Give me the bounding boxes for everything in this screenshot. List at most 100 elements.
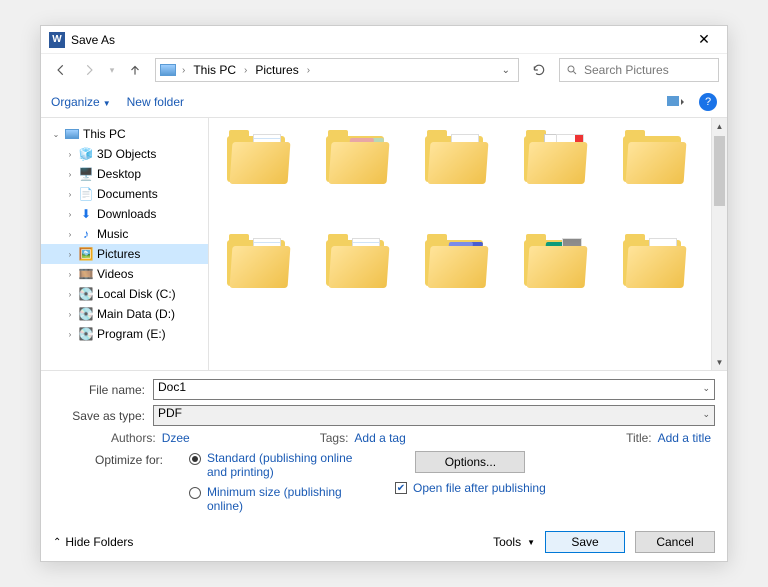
tree-item-3d-objects[interactable]: ›🧊3D Objects (41, 144, 208, 164)
folder-item[interactable] (425, 232, 495, 292)
chevron-right-icon[interactable]: › (180, 65, 187, 76)
folder-item[interactable] (326, 232, 396, 292)
type-label: Save as type: (53, 409, 153, 423)
type-select[interactable]: PDF⌄ (153, 405, 715, 426)
footer: ⌃ Hide Folders Tools ▼ Save Cancel (41, 523, 727, 561)
hide-folders-button[interactable]: ⌃ Hide Folders (53, 535, 133, 549)
filename-input[interactable]: Doc1⌄ (153, 379, 715, 400)
save-button[interactable]: Save (545, 531, 625, 553)
vertical-scrollbar[interactable]: ▲ ▼ (711, 118, 727, 370)
optimize-minimum-radio[interactable]: Minimum size (publishing online) (189, 485, 369, 513)
pc-icon (160, 64, 176, 76)
chevron-right-icon[interactable]: › (305, 65, 312, 76)
search-box[interactable]: Search Pictures (559, 58, 719, 82)
tree-root[interactable]: ⌄ This PC (41, 124, 208, 144)
chevron-right-icon[interactable]: › (65, 150, 75, 159)
tree-item-videos[interactable]: ›🎞️Videos (41, 264, 208, 284)
chevron-down-icon[interactable]: ⌄ (702, 409, 710, 420)
up-button[interactable] (123, 58, 147, 82)
authors-label: Authors: (111, 431, 156, 445)
folder-item[interactable] (524, 128, 594, 188)
authors-value[interactable]: Dzee (162, 431, 190, 445)
help-button[interactable]: ? (699, 93, 717, 111)
videos-icon: 🎞️ (78, 267, 94, 281)
search-placeholder: Search Pictures (584, 63, 669, 77)
filename-label: File name: (53, 383, 153, 397)
documents-icon: 📄 (78, 187, 94, 201)
arrow-right-icon (82, 63, 96, 77)
content-area: ▲ ▼ (209, 118, 727, 370)
chevron-right-icon[interactable]: › (65, 230, 75, 239)
view-button[interactable] (663, 92, 689, 112)
title-label: Title: (626, 431, 652, 445)
chevron-right-icon[interactable]: › (65, 330, 75, 339)
open-after-checkbox[interactable]: ✔ Open file after publishing (395, 481, 546, 495)
tree-item-main-data-d[interactable]: ›💽Main Data (D:) (41, 304, 208, 324)
recent-dropdown[interactable]: ▾ (105, 58, 119, 82)
folder-grid (209, 118, 711, 370)
folder-item[interactable] (425, 128, 495, 188)
folder-item[interactable] (227, 232, 297, 292)
cancel-button[interactable]: Cancel (635, 531, 715, 553)
folder-item[interactable] (623, 128, 693, 188)
breadcrumb-root[interactable]: This PC (189, 61, 240, 79)
chevron-right-icon[interactable]: › (65, 290, 75, 299)
chevron-down-icon: ▼ (527, 538, 535, 547)
chevron-up-icon: ⌃ (53, 537, 61, 548)
scroll-thumb[interactable] (714, 136, 725, 206)
downloads-icon: ⬇ (78, 207, 94, 221)
arrow-left-icon (54, 63, 68, 77)
address-dropdown[interactable]: ⌄ (498, 65, 514, 76)
tree-item-desktop[interactable]: ›🖥️Desktop (41, 164, 208, 184)
close-button[interactable]: ✕ (689, 31, 719, 48)
music-icon: ♪ (78, 227, 94, 241)
pc-icon (64, 127, 80, 141)
tree-item-music[interactable]: ›♪Music (41, 224, 208, 244)
tree-item-documents[interactable]: ›📄Documents (41, 184, 208, 204)
folder-item[interactable] (623, 232, 693, 292)
form-area: File name: Doc1⌄ Save as type: PDF⌄ Auth… (41, 371, 727, 523)
tools-menu[interactable]: Tools ▼ (493, 535, 535, 549)
organize-button[interactable]: Organize▼ (51, 95, 111, 109)
optimize-standard-radio[interactable]: Standard (publishing online and printing… (189, 451, 369, 479)
chevron-right-icon[interactable]: › (242, 65, 249, 76)
refresh-icon (532, 63, 546, 77)
search-icon (566, 64, 578, 76)
breadcrumb-current[interactable]: Pictures (251, 61, 302, 79)
folder-item[interactable] (524, 232, 594, 292)
cube-icon: 🧊 (78, 147, 94, 161)
address-bar[interactable]: › This PC › Pictures › ⌄ (155, 58, 519, 82)
toolbar: Organize▼ New folder ? (41, 86, 727, 118)
dialog-title: Save As (71, 33, 689, 47)
scroll-up-icon[interactable]: ▲ (712, 118, 727, 134)
tree-item-pictures[interactable]: ›🖼️Pictures (41, 244, 208, 264)
titlebar: W Save As ✕ (41, 26, 727, 54)
scroll-down-icon[interactable]: ▼ (712, 354, 727, 370)
forward-button[interactable] (77, 58, 101, 82)
folder-item[interactable] (227, 128, 297, 188)
options-button[interactable]: Options... (415, 451, 525, 473)
tags-value[interactable]: Add a tag (354, 431, 405, 445)
tree-item-local-disk-c[interactable]: ›💽Local Disk (C:) (41, 284, 208, 304)
title-value[interactable]: Add a title (658, 431, 711, 445)
drive-icon: 💽 (78, 307, 94, 321)
refresh-button[interactable] (527, 58, 551, 82)
chevron-right-icon[interactable]: › (65, 250, 75, 259)
tree-item-downloads[interactable]: ›⬇Downloads (41, 204, 208, 224)
desktop-icon: 🖥️ (78, 167, 94, 181)
pictures-icon: 🖼️ (78, 247, 94, 261)
chevron-right-icon[interactable]: › (65, 270, 75, 279)
arrow-up-icon (128, 63, 142, 77)
chevron-down-icon[interactable]: ⌄ (702, 383, 710, 394)
new-folder-button[interactable]: New folder (127, 95, 184, 109)
back-button[interactable] (49, 58, 73, 82)
drive-icon: 💽 (78, 327, 94, 341)
checkbox-icon: ✔ (395, 482, 407, 494)
chevron-down-icon[interactable]: ⌄ (51, 130, 61, 139)
tree-item-program-e[interactable]: ›💽Program (E:) (41, 324, 208, 344)
folder-item[interactable] (326, 128, 396, 188)
chevron-right-icon[interactable]: › (65, 310, 75, 319)
chevron-right-icon[interactable]: › (65, 210, 75, 219)
chevron-right-icon[interactable]: › (65, 190, 75, 199)
chevron-right-icon[interactable]: › (65, 170, 75, 179)
